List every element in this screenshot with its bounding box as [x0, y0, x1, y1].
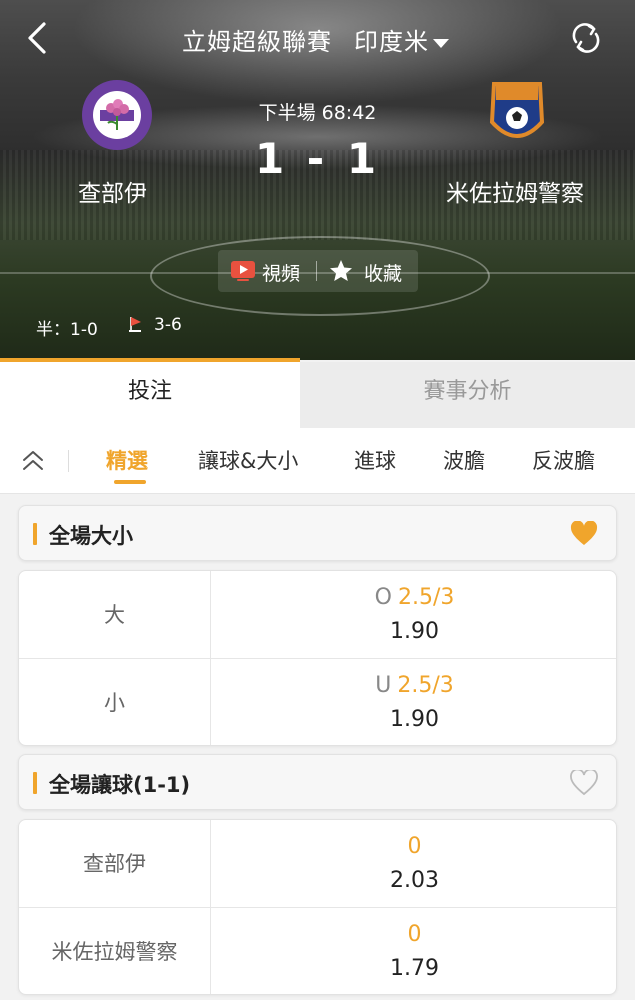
top-bar: 立姆超級聯賽 印度米: [0, 14, 635, 64]
selection-label: 米佐拉姆警察: [19, 908, 211, 994]
star-icon[interactable]: [328, 258, 354, 284]
media-bar: 視頻 收藏: [218, 250, 418, 292]
handicap-value: 0: [407, 922, 422, 947]
heart-icon[interactable]: [570, 521, 598, 547]
half-time-score: 半：1-0: [36, 320, 98, 340]
selection-label: 小: [19, 659, 211, 745]
odds-value[interactable]: 2.03: [211, 868, 616, 893]
odds-value[interactable]: 1.90: [211, 619, 616, 644]
refresh-icon[interactable]: [568, 20, 604, 56]
odds-value[interactable]: 1.79: [211, 956, 616, 981]
divider: [68, 450, 69, 472]
home-team-name: 查部伊: [78, 181, 147, 207]
section-header-total[interactable]: 全場大小: [18, 505, 617, 561]
selection-label: 大: [19, 571, 211, 659]
section-header-handicap[interactable]: 全場讓球(1-1): [18, 754, 617, 810]
favorite-button[interactable]: 收藏: [364, 259, 402, 286]
tab-betting[interactable]: 投注: [0, 362, 300, 428]
league-selector[interactable]: 印度米: [354, 28, 429, 56]
league-name: 立姆超級聯賽: [182, 28, 332, 56]
handicap-value: 2.5/3: [397, 585, 455, 610]
back-arrow-icon[interactable]: [20, 20, 56, 56]
corner-flag-icon: [129, 317, 141, 332]
odds-row-over[interactable]: 大 O 2.5/3 1.90: [19, 571, 616, 659]
chevron-double-up-icon[interactable]: [20, 448, 46, 474]
video-button[interactable]: 視頻: [262, 259, 300, 286]
tab-correct-score[interactable]: 波膽: [443, 445, 485, 475]
heart-outline-icon[interactable]: [570, 770, 598, 796]
handicap-line: U 2.5/3: [211, 673, 616, 698]
handicap-value: 2.5/3: [397, 673, 454, 698]
tab-handicap-total[interactable]: 讓球&大小: [198, 445, 298, 475]
handicap-line: O 2.5/3: [211, 585, 616, 610]
section-accent-bar: [33, 772, 37, 794]
tab-reverse-correct-score[interactable]: 反波膽: [532, 445, 595, 475]
over-under-prefix: O: [374, 585, 392, 610]
main-tabs: 投注 賽事分析: [0, 362, 635, 428]
over-under-prefix: U: [375, 673, 392, 698]
match-status: 下半場 68:42: [258, 102, 377, 124]
market-tabs: 精選 讓球&大小 進球 波膽 反波膽: [0, 428, 635, 494]
corner-score: 3-6: [154, 315, 182, 335]
tab-featured[interactable]: 精選: [106, 445, 148, 475]
odds-value[interactable]: 1.90: [211, 707, 616, 732]
section-accent-bar: [33, 523, 37, 545]
tab-goals[interactable]: 進球: [354, 445, 396, 475]
divider: [316, 261, 317, 281]
odds-row-away[interactable]: 米佐拉姆警察 0 1.79: [19, 908, 616, 994]
selection-label: 查部伊: [19, 820, 211, 908]
league-title[interactable]: 立姆超級聯賽 印度米: [182, 22, 449, 57]
section-title: 全場大小: [49, 524, 133, 548]
handicap-value: 0: [407, 834, 422, 859]
handicap-line: 0: [211, 834, 616, 859]
match-header: 立姆超級聯賽 印度米 下半場 68:42 1 - 1 查部伊 米佐拉姆警察 視頻…: [0, 0, 635, 360]
odds-row-home[interactable]: 查部伊 0 2.03: [19, 820, 616, 908]
handicap-line: 0: [211, 922, 616, 947]
chevron-down-icon[interactable]: [433, 38, 449, 48]
odds-card-handicap: 查部伊 0 2.03 米佐拉姆警察 0 1.79: [18, 819, 617, 995]
odds-card-total: 大 O 2.5/3 1.90 小 U 2.5/3 1.90: [18, 570, 617, 746]
odds-row-under[interactable]: 小 U 2.5/3 1.90: [19, 659, 616, 745]
section-title: 全場讓球(1-1): [49, 773, 191, 797]
video-play-icon[interactable]: [230, 260, 256, 282]
tab-match-analysis[interactable]: 賽事分析: [300, 362, 635, 428]
away-team-name: 米佐拉姆警察: [446, 181, 584, 207]
active-tab-indicator: [114, 480, 146, 484]
